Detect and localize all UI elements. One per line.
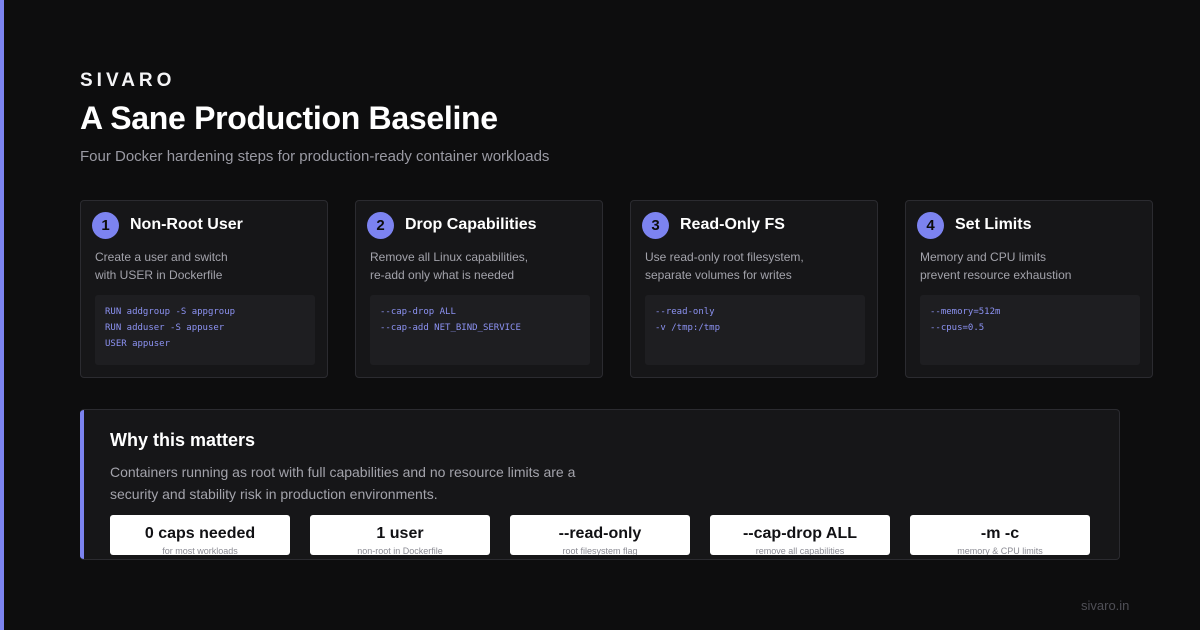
stat-limits: -m -c memory & CPU limits bbox=[910, 515, 1090, 555]
step-description: Remove all Linux capabilities, re-add on… bbox=[370, 248, 528, 284]
code-snippet: --memory=512m --cpus=0.5 bbox=[920, 295, 1140, 365]
stat-value: --cap-drop ALL bbox=[742, 525, 858, 542]
code-line: --cap-add NET_BIND_SERVICE bbox=[380, 323, 521, 333]
step-description-line: prevent resource exhaustion bbox=[920, 268, 1072, 282]
step-description-line: Remove all Linux capabilities, bbox=[370, 250, 529, 264]
step-title: Non-Root User bbox=[130, 216, 243, 233]
panel-accent-bar bbox=[80, 410, 84, 559]
code-line: --read-only bbox=[655, 307, 715, 317]
code-line: RUN addgroup -S appgroup bbox=[105, 307, 236, 317]
why-this-matters-panel: Why this matters Containers running as r… bbox=[80, 409, 1120, 560]
stat-value: -m -c bbox=[980, 525, 1020, 542]
stat-value: 1 user bbox=[376, 525, 424, 542]
step-description: Memory and CPU limits prevent resource e… bbox=[920, 248, 1071, 284]
code-snippet: --read-only -v /tmp:/tmp bbox=[645, 295, 865, 365]
stat-user: 1 user non-root in Dockerfile bbox=[310, 515, 490, 555]
left-accent-bar bbox=[0, 0, 4, 630]
stat-caps-needed: 0 caps needed for most workloads bbox=[110, 515, 290, 555]
stat-value: --read-only bbox=[558, 525, 642, 542]
step-title: Drop Capabilities bbox=[405, 216, 537, 233]
panel-text-line: security and stability risk in productio… bbox=[110, 486, 438, 502]
step-card-set-limits: 4 Set Limits Memory and CPU limits preve… bbox=[905, 200, 1153, 378]
step-description-line: with USER in Dockerfile bbox=[95, 268, 223, 282]
code-snippet: RUN addgroup -S appgroup RUN adduser -S … bbox=[95, 295, 315, 365]
footer-domain: sivaro.in bbox=[1081, 598, 1130, 613]
page-title: A Sane Production Baseline bbox=[80, 100, 498, 136]
step-number-badge: 2 bbox=[367, 212, 394, 239]
page-subtitle: Four Docker hardening steps for producti… bbox=[80, 148, 550, 165]
panel-text-line: Containers running as root with full cap… bbox=[110, 464, 576, 480]
step-description-line: re-add only what is needed bbox=[370, 268, 515, 282]
code-line: --cap-drop ALL bbox=[380, 307, 456, 317]
stat-label: for most workloads bbox=[162, 546, 238, 555]
step-description-line: Memory and CPU limits bbox=[920, 250, 1047, 264]
panel-title: Why this matters bbox=[110, 430, 256, 450]
code-snippet: --cap-drop ALL --cap-add NET_BIND_SERVIC… bbox=[370, 295, 590, 365]
stat-label: memory & CPU limits bbox=[957, 546, 1043, 555]
stat-label: non-root in Dockerfile bbox=[357, 546, 443, 555]
stat-label: root filesystem flag bbox=[562, 546, 638, 555]
code-line: --memory=512m bbox=[930, 307, 1001, 317]
step-title: Set Limits bbox=[955, 216, 1032, 233]
step-card-drop-capabilities: 2 Drop Capabilities Remove all Linux cap… bbox=[355, 200, 603, 378]
stat-label: remove all capabilities bbox=[755, 546, 845, 555]
step-description: Create a user and switch with USER in Do… bbox=[95, 248, 228, 284]
step-number-badge: 1 bbox=[92, 212, 119, 239]
step-number-badge: 3 bbox=[642, 212, 669, 239]
code-line: USER appuser bbox=[105, 339, 171, 349]
step-description-line: separate volumes for writes bbox=[645, 268, 792, 282]
step-card-non-root-user: 1 Non-Root User Create a user and switch… bbox=[80, 200, 328, 378]
brand-logo-text: SIVARO bbox=[80, 70, 176, 91]
panel-text: Containers running as root with full cap… bbox=[110, 461, 575, 505]
code-line: RUN adduser -S appuser bbox=[105, 323, 225, 333]
step-card-read-only-fs: 3 Read-Only FS Use read-only root filesy… bbox=[630, 200, 878, 378]
code-line: -v /tmp:/tmp bbox=[655, 323, 721, 333]
step-description-line: Use read-only root filesystem, bbox=[645, 250, 804, 264]
step-number-badge: 4 bbox=[917, 212, 944, 239]
code-line: --cpus=0.5 bbox=[930, 323, 985, 333]
stat-read-only: --read-only root filesystem flag bbox=[510, 515, 690, 555]
step-description: Use read-only root filesystem, separate … bbox=[645, 248, 804, 284]
step-description-line: Create a user and switch bbox=[95, 250, 228, 264]
stat-cap-drop: --cap-drop ALL remove all capabilities bbox=[710, 515, 890, 555]
step-title: Read-Only FS bbox=[680, 216, 785, 233]
steps-grid: 1 Non-Root User Create a user and switch… bbox=[80, 200, 1153, 380]
stat-value: 0 caps needed bbox=[144, 525, 256, 542]
